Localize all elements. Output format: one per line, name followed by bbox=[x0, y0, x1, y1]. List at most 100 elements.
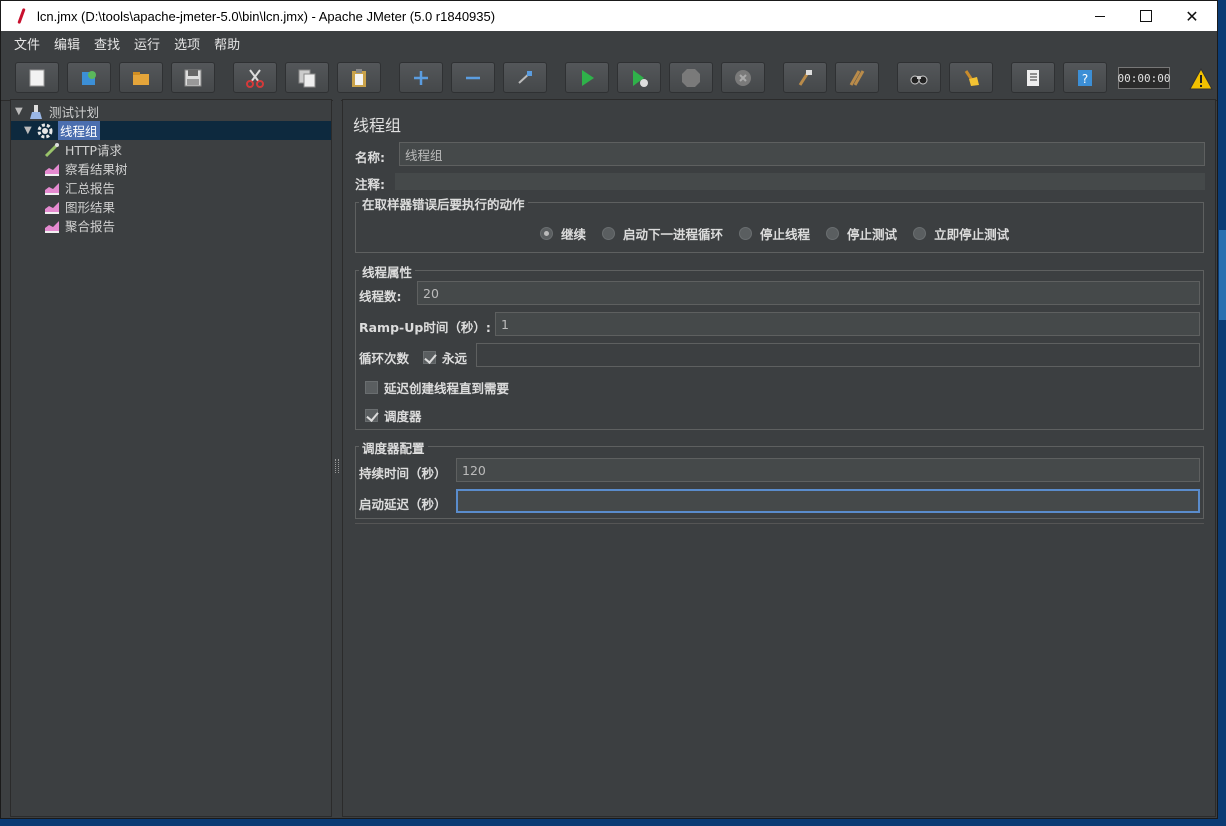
copy-button[interactable] bbox=[285, 62, 329, 93]
tree-item-aggregate-report[interactable]: 聚合报告 bbox=[43, 216, 115, 235]
cut-icon bbox=[246, 68, 264, 88]
function-helper-button[interactable] bbox=[1011, 62, 1055, 93]
threads-field[interactable]: 20 bbox=[417, 281, 1200, 305]
rampup-field[interactable]: 1 bbox=[495, 312, 1200, 336]
listener-icon bbox=[43, 199, 61, 215]
scheduler-config-title: 调度器配置 bbox=[359, 438, 428, 457]
tree-item-test-plan[interactable]: ▼ 测试计划 bbox=[15, 102, 331, 121]
menu-run[interactable]: 运行 bbox=[127, 34, 167, 53]
menu-search[interactable]: 查找 bbox=[87, 34, 127, 53]
comment-label: 注释: bbox=[355, 177, 385, 192]
checkbox-box[interactable] bbox=[365, 409, 378, 422]
copy-icon bbox=[298, 69, 316, 87]
menu-help[interactable]: 帮助 bbox=[207, 34, 247, 53]
duration-field[interactable]: 120 bbox=[456, 458, 1200, 482]
start-button[interactable] bbox=[565, 62, 609, 93]
radio-label: 立即停止测试 bbox=[934, 227, 1010, 242]
function-helper-icon bbox=[1027, 69, 1039, 86]
menu-options[interactable]: 选项 bbox=[167, 34, 207, 53]
checkbox-label: 延迟创建线程直到需要 bbox=[384, 381, 510, 396]
tree-item-label: 察看结果树 bbox=[65, 162, 128, 177]
search-icon bbox=[910, 75, 928, 84]
open-icon bbox=[133, 71, 149, 85]
startup-delay-field[interactable] bbox=[456, 489, 1200, 513]
svg-text:?: ? bbox=[1082, 72, 1088, 86]
minimize-icon[interactable] bbox=[1077, 1, 1123, 31]
radio-dot[interactable] bbox=[913, 227, 927, 240]
radio-stop-thread[interactable]: 停止线程 bbox=[739, 224, 810, 243]
new-button[interactable] bbox=[15, 62, 59, 93]
close-icon[interactable]: ✕ bbox=[1169, 1, 1215, 31]
pane-splitter[interactable] bbox=[333, 99, 341, 817]
search-button[interactable] bbox=[897, 62, 941, 93]
warning-icon[interactable] bbox=[1189, 68, 1213, 90]
templates-button[interactable] bbox=[67, 62, 111, 93]
menu-file[interactable]: 文件 bbox=[7, 34, 47, 53]
start-no-pause-button[interactable] bbox=[617, 62, 661, 93]
radio-label: 停止线程 bbox=[760, 227, 811, 242]
name-field[interactable]: 线程组 bbox=[399, 142, 1205, 166]
rampup-label: Ramp-Up时间（秒）: bbox=[359, 320, 491, 335]
thread-properties-title: 线程属性 bbox=[359, 262, 416, 281]
checkbox-label: 永远 bbox=[442, 351, 468, 366]
checkbox-box[interactable] bbox=[423, 351, 436, 364]
scheduler-checkbox[interactable]: 调度器 bbox=[365, 406, 422, 425]
help-button[interactable]: ? bbox=[1063, 62, 1107, 93]
loop-count-field[interactable] bbox=[476, 343, 1200, 367]
expand-all-button[interactable] bbox=[399, 62, 443, 93]
menu-edit[interactable]: 编辑 bbox=[47, 34, 87, 53]
delay-thread-creation-checkbox[interactable]: 延迟创建线程直到需要 bbox=[365, 378, 509, 397]
expand-icon bbox=[414, 70, 428, 85]
expand-arrow-icon[interactable]: ▼ bbox=[24, 125, 36, 136]
clear-icon bbox=[798, 69, 812, 86]
reset-search-icon bbox=[964, 69, 979, 86]
reset-search-button[interactable] bbox=[949, 62, 993, 93]
expand-arrow-icon[interactable]: ▼ bbox=[15, 106, 27, 117]
radio-label: 停止测试 bbox=[847, 227, 898, 242]
start-no-pause-icon bbox=[633, 69, 648, 87]
radio-dot[interactable] bbox=[602, 227, 616, 240]
save-button[interactable] bbox=[171, 62, 215, 93]
maximize-icon[interactable] bbox=[1123, 1, 1169, 31]
tree-item-label: 线程组 bbox=[58, 121, 100, 140]
test-plan-icon bbox=[27, 104, 45, 120]
clear-all-icon bbox=[849, 69, 865, 86]
open-button[interactable] bbox=[119, 62, 163, 93]
collapse-icon bbox=[466, 76, 480, 79]
clear-all-button[interactable] bbox=[835, 62, 879, 93]
toggle-icon bbox=[518, 70, 532, 84]
shutdown-button[interactable] bbox=[721, 62, 765, 93]
radio-start-next-loop[interactable]: 启动下一进程循环 bbox=[602, 224, 723, 243]
comment-field[interactable] bbox=[395, 173, 1205, 190]
radio-continue[interactable]: 继续 bbox=[540, 224, 586, 243]
tree-item-thread-group[interactable]: ▼ 线程组 bbox=[11, 121, 331, 140]
cut-button[interactable] bbox=[233, 62, 277, 93]
stop-button[interactable] bbox=[669, 62, 713, 93]
start-icon bbox=[582, 69, 594, 86]
forever-checkbox[interactable]: 永远 bbox=[423, 348, 467, 367]
stop-icon bbox=[682, 68, 700, 87]
collapse-all-button[interactable] bbox=[451, 62, 495, 93]
radio-stop-test[interactable]: 停止测试 bbox=[826, 224, 897, 243]
menu-bar: 文件 编辑 查找 运行 选项 帮助 bbox=[1, 31, 1217, 55]
tree-item-label: 图形结果 bbox=[65, 200, 116, 215]
checkbox-box[interactable] bbox=[365, 381, 378, 394]
radio-dot[interactable] bbox=[826, 227, 840, 240]
paste-button[interactable] bbox=[337, 62, 381, 93]
radio-dot[interactable] bbox=[739, 227, 753, 240]
radio-dot[interactable] bbox=[540, 227, 553, 240]
toggle-button[interactable] bbox=[503, 62, 547, 93]
clear-button[interactable] bbox=[783, 62, 827, 93]
sampler-error-group-title: 在取样器错误后要执行的动作 bbox=[359, 194, 528, 213]
jmeter-window: lcn.jmx (D:\tools\apache-jmeter-5.0\bin\… bbox=[0, 0, 1218, 819]
paste-icon bbox=[352, 68, 366, 87]
listener-icon bbox=[43, 180, 61, 196]
new-icon bbox=[29, 69, 45, 86]
radio-stop-test-now[interactable]: 立即停止测试 bbox=[913, 224, 1009, 243]
tree-item-view-results-tree[interactable]: 察看结果树 bbox=[43, 159, 128, 178]
tree-item-summary-report[interactable]: 汇总报告 bbox=[43, 178, 115, 197]
listener-icon bbox=[43, 161, 61, 177]
splitter-grip-icon[interactable] bbox=[335, 459, 339, 473]
tree-item-graph-results[interactable]: 图形结果 bbox=[43, 197, 115, 216]
tree-item-http-request[interactable]: HTTP请求 bbox=[43, 140, 122, 159]
